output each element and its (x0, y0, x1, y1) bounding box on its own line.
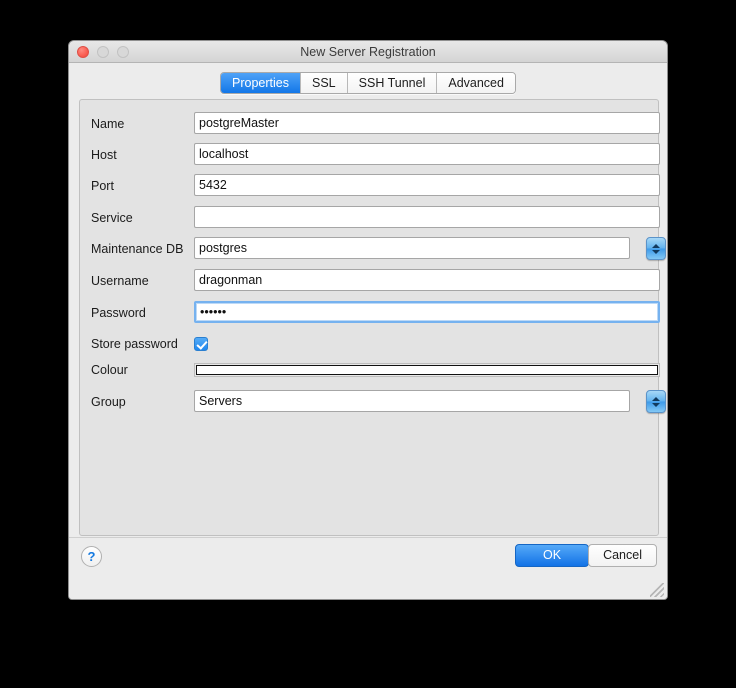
chevron-up-icon (652, 396, 660, 401)
cancel-button[interactable]: Cancel (588, 544, 657, 567)
username-label: Username (91, 274, 149, 288)
port-input[interactable] (194, 174, 660, 196)
username-input[interactable] (194, 269, 660, 291)
field-row-username: Username (80, 269, 660, 293)
name-control (194, 112, 660, 134)
colour-label: Colour (91, 363, 128, 377)
window-titlebar[interactable]: New Server Registration (69, 41, 667, 63)
field-row-maintenance-db: Maintenance DB (80, 237, 666, 261)
group-input[interactable] (194, 390, 630, 412)
service-control (194, 206, 660, 228)
help-button[interactable]: ? (81, 546, 102, 567)
chevron-down-icon (652, 402, 660, 407)
window-title: New Server Registration (300, 45, 436, 59)
password-control (194, 301, 660, 323)
field-row-name: Name (80, 112, 660, 136)
field-row-host: Host (80, 143, 660, 167)
maintenance-db-label: Maintenance DB (91, 242, 184, 256)
chevron-up-icon (652, 243, 660, 248)
maintenance-db-input[interactable] (194, 237, 630, 259)
tab-properties[interactable]: Properties (221, 73, 301, 93)
field-row-service: Service (80, 206, 660, 230)
minimize-button[interactable] (97, 46, 109, 58)
host-label: Host (91, 148, 117, 162)
port-control (194, 174, 660, 196)
dialog-footer: ? OK Cancel (69, 537, 667, 599)
field-row-password: Password (80, 301, 660, 325)
name-input[interactable] (194, 112, 660, 134)
colour-control (194, 363, 660, 377)
field-row-group: Group (80, 390, 666, 414)
close-button[interactable] (77, 46, 89, 58)
ok-button[interactable]: OK (515, 544, 589, 567)
field-row-store-password: Store password (80, 332, 658, 356)
colour-well[interactable] (194, 363, 660, 377)
new-server-registration-dialog: New Server Registration Properties SSL S… (68, 40, 668, 600)
maintenance-db-stepper[interactable] (646, 237, 666, 260)
tab-bar: Properties SSL SSH Tunnel Advanced (69, 63, 667, 99)
field-row-colour: Colour (80, 358, 660, 382)
tab-ssh-tunnel[interactable]: SSH Tunnel (347, 73, 438, 93)
resize-grip[interactable] (650, 583, 664, 597)
group-stepper[interactable] (646, 390, 666, 413)
store-password-label: Store password (91, 337, 178, 351)
host-control (194, 143, 660, 165)
store-password-checkbox[interactable] (194, 337, 208, 351)
tab-ssl[interactable]: SSL (301, 73, 348, 93)
store-password-checkbox-wrap (194, 337, 208, 351)
password-label: Password (91, 306, 146, 320)
group-control (194, 390, 630, 412)
service-input[interactable] (194, 206, 660, 228)
service-label: Service (91, 211, 133, 225)
host-input[interactable] (194, 143, 660, 165)
chevron-down-icon (652, 249, 660, 254)
maintenance-db-control (194, 237, 630, 259)
port-label: Port (91, 179, 114, 193)
username-control (194, 269, 660, 291)
password-input[interactable] (194, 301, 660, 323)
field-row-port: Port (80, 174, 660, 198)
tab-advanced[interactable]: Advanced (437, 73, 515, 93)
traffic-lights (77, 46, 129, 58)
tab-group: Properties SSL SSH Tunnel Advanced (220, 72, 516, 94)
properties-panel: Name Host Port Service Maintenance DB (79, 99, 666, 536)
name-label: Name (91, 117, 125, 131)
group-label: Group (91, 395, 126, 409)
zoom-button[interactable] (117, 46, 129, 58)
